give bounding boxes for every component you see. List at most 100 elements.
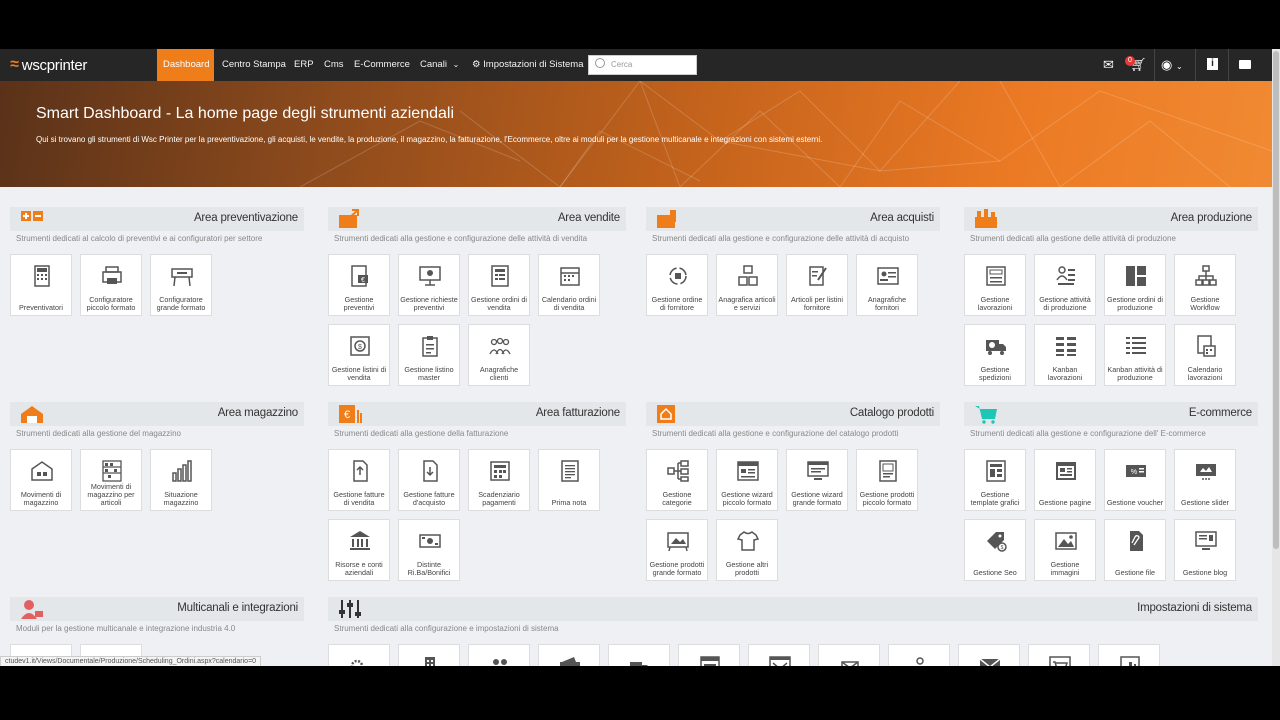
tile-gestione-listini-vendita[interactable]: $ Gestione listini di vendita	[328, 324, 390, 386]
scrollbar-thumb[interactable]	[1273, 51, 1279, 549]
panel-title: E-commerce	[1188, 407, 1252, 419]
tile-gestione-workflow[interactable]: Gestione Workflow	[1174, 254, 1236, 316]
panel-header: € Area fatturazione	[328, 402, 626, 426]
nav-impostazioni[interactable]: ⚙ Impostazioni di Sistema	[466, 49, 590, 81]
nav-divider	[1154, 49, 1155, 81]
tile-gestione-seo[interactable]: $ Gestione Seo	[964, 519, 1026, 581]
tile-gestione-listino-master[interactable]: Gestione listino master	[398, 324, 460, 386]
tile-settings-wallet[interactable]	[538, 644, 600, 666]
tile-anagrafiche-clienti[interactable]: Anagrafiche clienti	[468, 324, 530, 386]
tile-settings-shipping[interactable]	[608, 644, 670, 666]
tile-label: Gestione prodotti piccolo formato	[859, 490, 915, 507]
tile-configuratore-piccolo-formato[interactable]: Configuratore piccolo formato	[80, 254, 142, 316]
panel-header: Area vendite	[328, 207, 626, 231]
vertical-scrollbar[interactable]	[1272, 49, 1280, 666]
tile-settings-email-template[interactable]	[748, 644, 810, 666]
tile-calendario-ordini-vendita[interactable]: Calendario ordini di vendita	[538, 254, 600, 316]
users-group-icon	[489, 337, 511, 355]
invoice-euro-icon: €	[339, 405, 362, 423]
tile-settings-mail[interactable]	[958, 644, 1020, 666]
tile-settings-roles[interactable]	[888, 644, 950, 666]
nav-dashboard[interactable]: Dashboard	[157, 49, 214, 81]
panel-description: Strumenti dedicati alla gestione e confi…	[652, 429, 899, 438]
info-icon[interactable]: i	[1207, 58, 1218, 70]
tile-gestione-ordini-produzione[interactable]: Gestione ordini di produzione	[1104, 254, 1166, 316]
tile-movimenti-magazzino[interactable]: Movimenti di magazzino	[10, 449, 72, 511]
tile-settings-reports[interactable]	[1098, 644, 1160, 666]
tile-gestione-ordine-fornitore[interactable]: Gestione ordine di fornitore	[646, 254, 708, 316]
tile-preventivatori[interactable]: Preventivatori	[10, 254, 72, 316]
tile-gestione-wizard-grande-formato[interactable]: Gestione wizard grande formato	[786, 449, 848, 511]
panel-title: Area preventivazione	[193, 212, 298, 224]
tile-gestione-immagini[interactable]: Gestione immagini	[1034, 519, 1096, 581]
tile-settings-company[interactable]	[398, 644, 460, 666]
tile-gestione-slider[interactable]: Gestione slider	[1174, 449, 1236, 511]
tile-settings-users[interactable]	[468, 644, 530, 666]
panel-title: Area magazzino	[217, 407, 299, 419]
tile-gestione-prodotti-grande-formato[interactable]: Gestione prodotti grande formato	[646, 519, 708, 581]
tile-calendario-lavorazioni[interactable]: Calendario lavorazioni	[1174, 324, 1236, 386]
tile-risorse-conti-aziendali[interactable]: Risorse e conti aziendali	[328, 519, 390, 581]
tile-gestione-attivita-produzione[interactable]: Gestione attività di produzione	[1034, 254, 1096, 316]
svg-text:€: €	[344, 409, 350, 421]
gears-icon	[350, 659, 364, 666]
tile-kanban-lavorazioni[interactable]: Kanban lavorazioni	[1034, 324, 1096, 386]
tile-prima-nota[interactable]: Prima nota	[538, 449, 600, 511]
brand-logo[interactable]: ≈ wscprinter	[10, 56, 87, 74]
tile-gestione-template-grafici[interactable]: Gestione template grafici	[964, 449, 1026, 511]
tile-gestione-voucher[interactable]: % Gestione voucher	[1104, 449, 1166, 511]
chat-icon[interactable]	[1239, 60, 1251, 69]
tile-gestione-fatture-acquisto[interactable]: Gestione fatture d'acquisto	[398, 449, 460, 511]
tile-settings-shop[interactable]	[1028, 644, 1090, 666]
tile-gestione-ordini-vendita[interactable]: Gestione ordini di vendita	[468, 254, 530, 316]
tile-gestione-preventivi[interactable]: € Gestione preventivi	[328, 254, 390, 316]
page-title: Smart Dashboard - La home page degli str…	[36, 105, 455, 122]
tile-anagrafica-articoli-servizi[interactable]: Anagrafica articoli e servizi	[716, 254, 778, 316]
tile-settings-templates[interactable]	[678, 644, 740, 666]
tile-label: Gestione ordini di produzione	[1107, 295, 1163, 312]
tile-gestione-richieste-preventivi[interactable]: Gestione richieste preventivi	[398, 254, 460, 316]
nav-erp[interactable]: ERP	[288, 49, 320, 81]
tshirt-icon	[736, 531, 760, 551]
shop-cart-icon	[1049, 656, 1071, 666]
hero-network-pattern	[299, 81, 1272, 187]
tile-situazione-magazzino[interactable]: Situazione magazzino	[150, 449, 212, 511]
tile-scadenziario-pagamenti[interactable]: Scadenziario pagamenti	[468, 449, 530, 511]
tile-movimenti-magazzino-articoli[interactable]: Movimenti di magazzino per articoli	[80, 449, 142, 511]
user-icon[interactable]: ◉	[1161, 57, 1172, 73]
tile-gestione-fatture-vendita[interactable]: Gestione fatture di vendita	[328, 449, 390, 511]
svg-text:€: €	[361, 277, 365, 284]
tile-gestione-blog[interactable]: Gestione blog	[1174, 519, 1236, 581]
tile-gestione-wizard-piccolo-formato[interactable]: Gestione wizard piccolo formato	[716, 449, 778, 511]
tile-label: Gestione preventivi	[343, 295, 375, 312]
tile-articoli-listini-fornitore[interactable]: Articoli per listini fornitore	[786, 254, 848, 316]
tile-gestione-pagine[interactable]: Gestione pagine	[1034, 449, 1096, 511]
tile-gestione-file[interactable]: Gestione file	[1104, 519, 1166, 581]
envelope-icon[interactable]: ✉	[1103, 57, 1114, 73]
wizard-monitor-icon	[807, 461, 829, 480]
delivery-truck-icon	[986, 340, 1006, 355]
tile-label: Anagrafiche clienti	[479, 365, 519, 382]
panel-description: Strumenti dedicati alla configurazione e…	[334, 624, 559, 633]
tile-anagrafiche-fornitori[interactable]: Anagrafiche fornitori	[856, 254, 918, 316]
envelope-send-icon	[841, 661, 859, 666]
tile-configuratore-grande-formato[interactable]: Configuratore grande formato	[150, 254, 212, 316]
nav-cms[interactable]: Cms	[318, 49, 350, 81]
tile-gestione-prodotti-piccolo-formato[interactable]: Gestione prodotti piccolo formato	[856, 449, 918, 511]
svg-text:$: $	[1001, 545, 1004, 551]
tile-label: Calendario ordini di vendita	[541, 295, 597, 312]
nav-canali[interactable]: Canali ⌄	[414, 49, 465, 81]
tile-gestione-categorie[interactable]: Gestione categorie	[646, 449, 708, 511]
tile-distinte-riba-bonifici[interactable]: Distinte Ri.Ba/Bonifici	[398, 519, 460, 581]
tile-gestione-lavorazioni[interactable]: Gestione lavorazioni	[964, 254, 1026, 316]
tile-gestione-spedizioni[interactable]: Gestione spedizioni	[964, 324, 1026, 386]
nav-centro-stampa[interactable]: Centro Stampa	[216, 49, 292, 81]
clipboard-icon	[422, 336, 438, 357]
tile-kanban-attivita-produzione[interactable]: Kanban attività di produzione	[1104, 324, 1166, 386]
warehouse-move-icon	[31, 461, 53, 481]
tile-settings-gears[interactable]	[328, 644, 390, 666]
nav-ecommerce[interactable]: E-Commerce	[348, 49, 416, 81]
tile-gestione-altri-prodotti[interactable]: Gestione altri prodotti	[716, 519, 778, 581]
monitor-user-icon	[419, 266, 441, 286]
tile-settings-notifications[interactable]	[818, 644, 880, 666]
